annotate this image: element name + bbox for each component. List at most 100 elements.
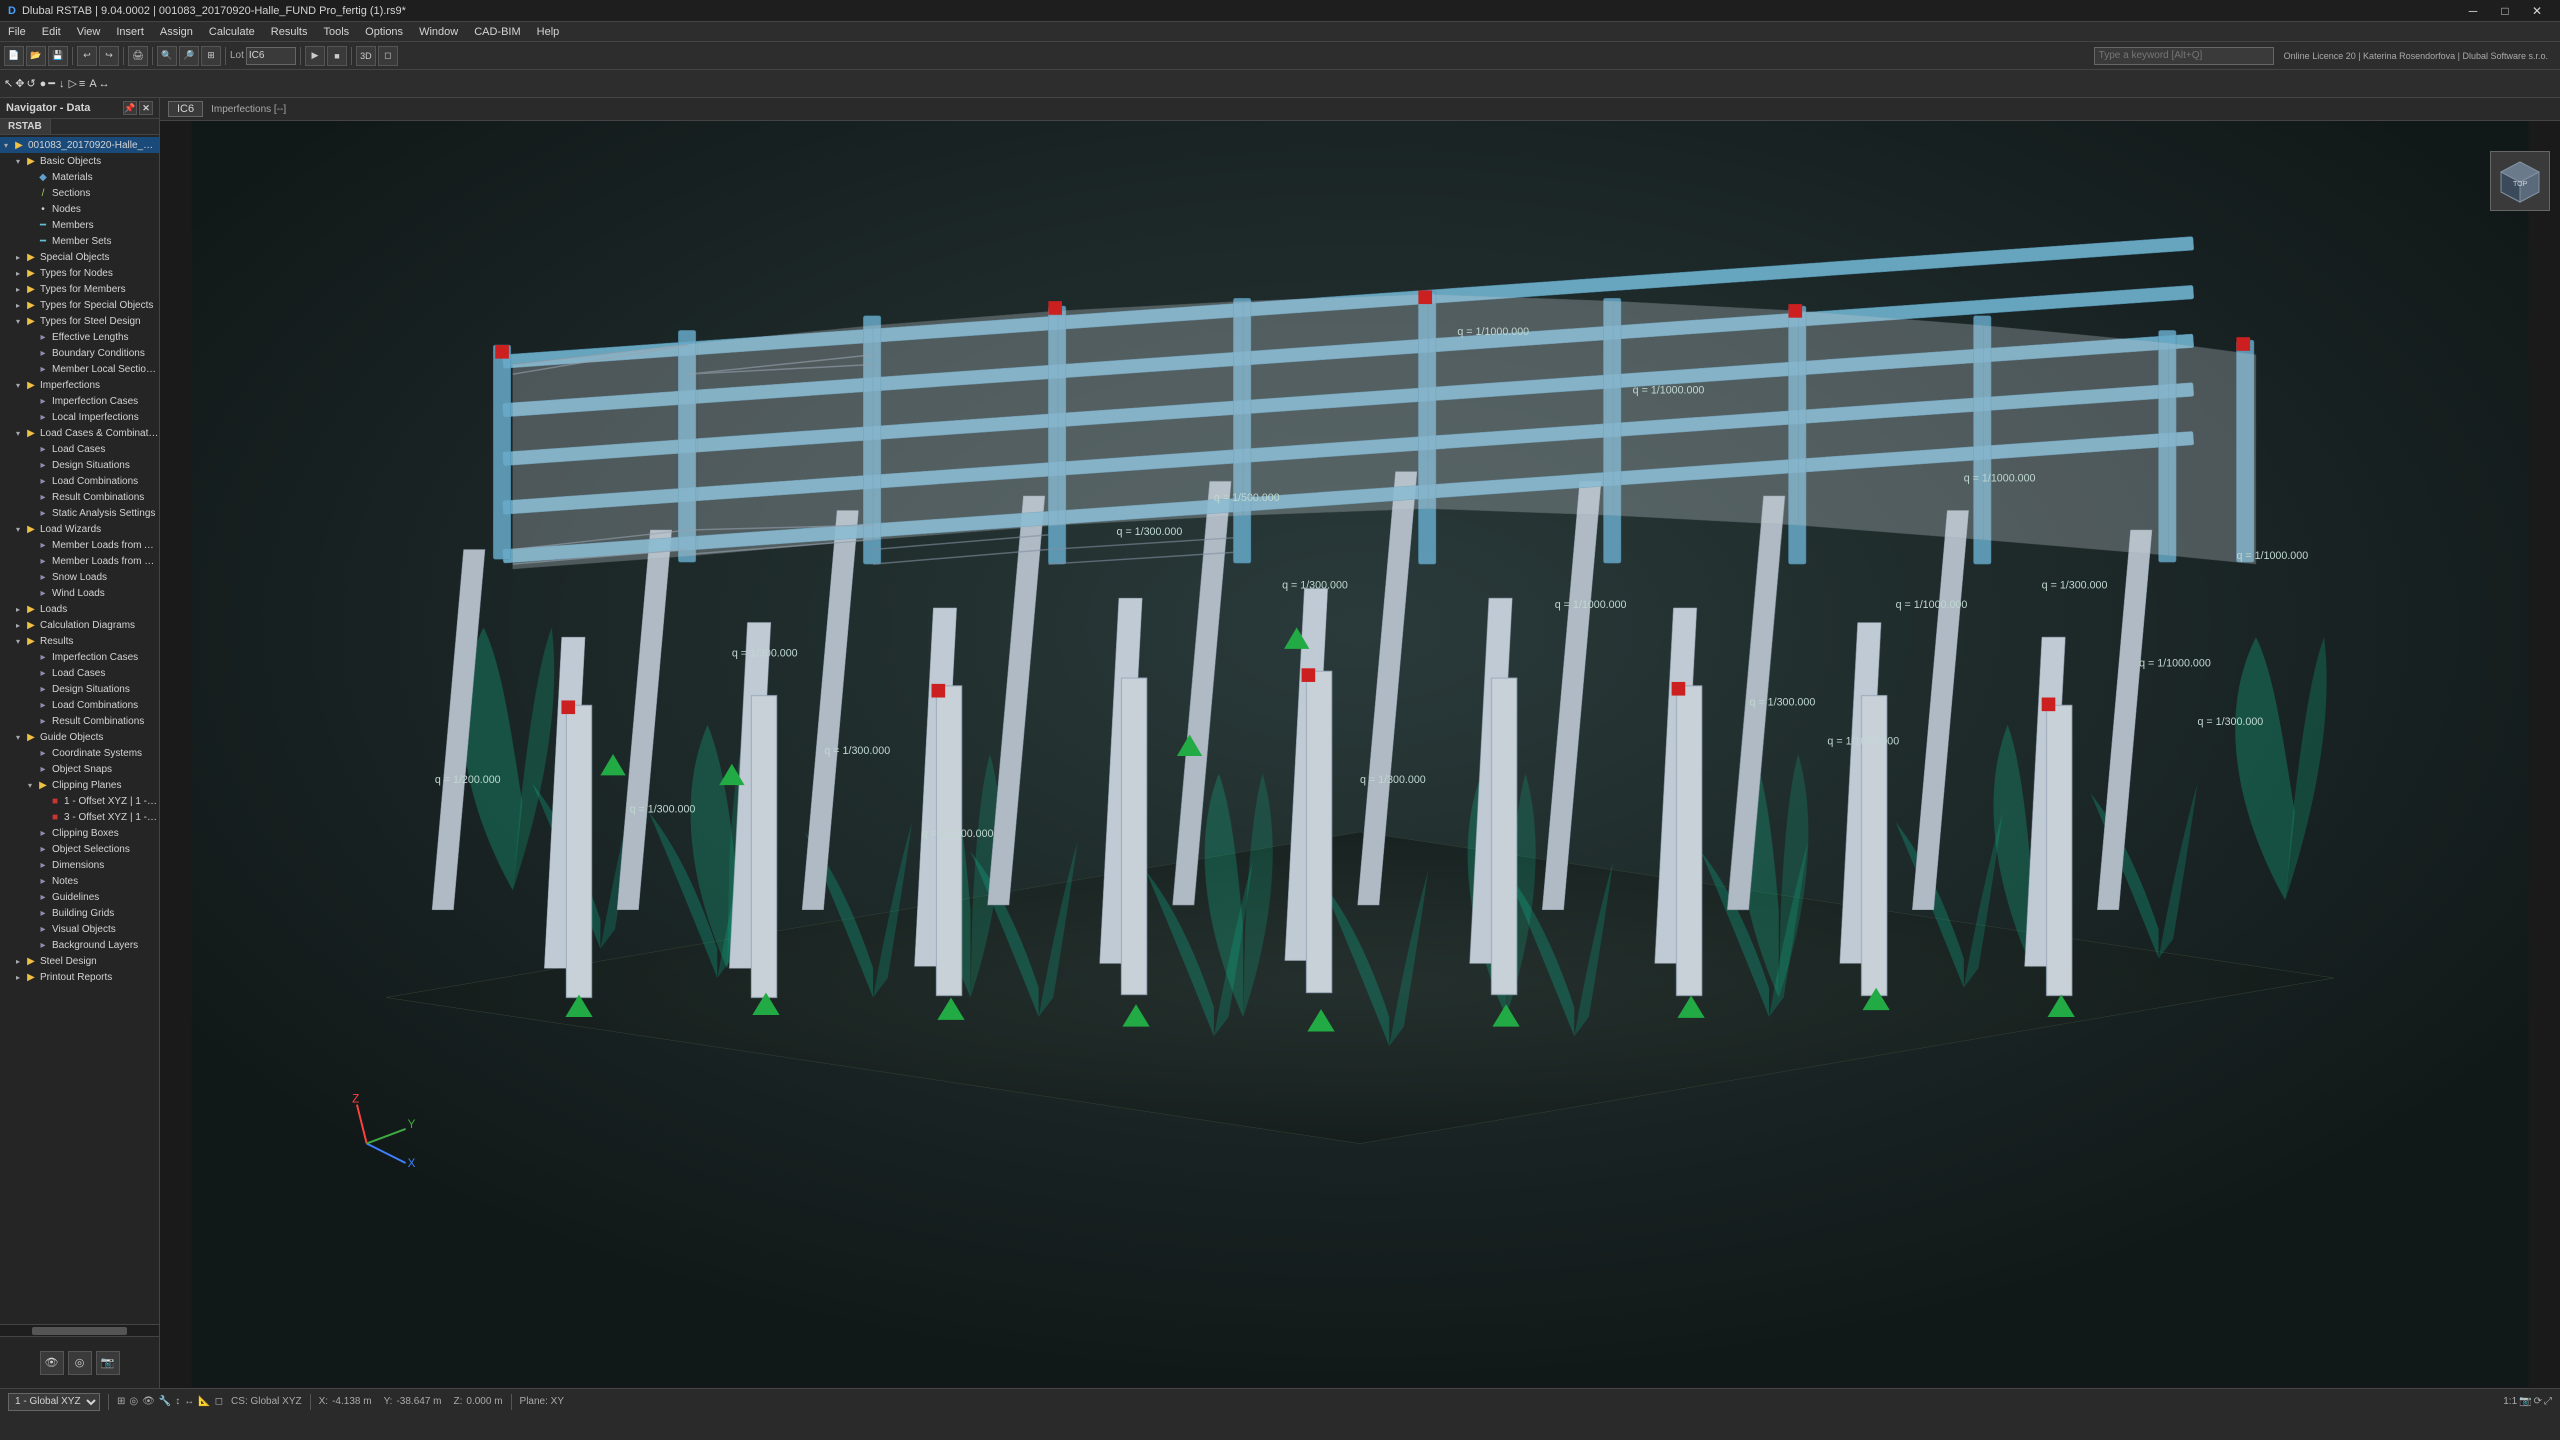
tree-expand-icon[interactable]	[24, 571, 36, 583]
tree-item[interactable]: ▸Guidelines	[0, 889, 159, 905]
tree-expand-icon[interactable]	[24, 203, 36, 215]
tree-expand-icon[interactable]: ▾	[12, 379, 24, 391]
menu-item-options[interactable]: Options	[357, 24, 411, 40]
sb-right-btn4[interactable]: ⤢	[2544, 1396, 2552, 1407]
nav-pin-button[interactable]: 📌	[123, 101, 137, 115]
tree-item[interactable]: ▾▶Guide Objects	[0, 729, 159, 745]
rotate-button[interactable]: ↺	[26, 77, 35, 90]
tree-item[interactable]: ▸▶Loads	[0, 601, 159, 617]
tree-expand-icon[interactable]	[24, 411, 36, 423]
menu-item-insert[interactable]: Insert	[108, 24, 152, 40]
tree-expand-icon[interactable]	[24, 715, 36, 727]
tree-expand-icon[interactable]	[24, 763, 36, 775]
tree-expand-icon[interactable]: ▸	[12, 603, 24, 615]
redo-button[interactable]: ↪	[99, 46, 119, 66]
tree-expand-icon[interactable]	[24, 507, 36, 519]
tree-expand-icon[interactable]	[24, 747, 36, 759]
annotation-button[interactable]: A	[89, 78, 96, 90]
tree-expand-icon[interactable]	[24, 363, 36, 375]
tree-expand-icon[interactable]	[24, 235, 36, 247]
tree-item[interactable]: ■1 - Offset XYZ | 1 - Global XYZ | 0.0	[0, 793, 159, 809]
tree-item[interactable]: ■3 - Offset XYZ | 1 - Global XYZ | 0.0	[0, 809, 159, 825]
tree-item[interactable]: ▸Load Cases	[0, 441, 159, 457]
tree-item[interactable]: ▸Member Local Section Reductions	[0, 361, 159, 377]
lot-combo[interactable]	[246, 47, 296, 65]
sb-right-btn3[interactable]: ⟳	[2534, 1396, 2542, 1407]
tree-expand-icon[interactable]	[24, 443, 36, 455]
tree-expand-icon[interactable]	[24, 939, 36, 951]
tree-expand-icon[interactable]	[24, 699, 36, 711]
tree-item[interactable]: ▸▶Types for Nodes	[0, 265, 159, 281]
tree-expand-icon[interactable]	[24, 347, 36, 359]
tree-item[interactable]: ▸Load Cases	[0, 665, 159, 681]
tree-expand-icon[interactable]	[24, 859, 36, 871]
tree-expand-icon[interactable]: ▸	[12, 971, 24, 983]
tree-expand-icon[interactable]	[24, 683, 36, 695]
menu-item-cad-bim[interactable]: CAD-BIM	[466, 24, 528, 40]
tree-expand-icon[interactable]: ▸	[12, 619, 24, 631]
tree-item[interactable]: ▸Object Snaps	[0, 761, 159, 777]
sb-btn7[interactable]: 📐	[198, 1396, 210, 1407]
tree-expand-icon[interactable]	[24, 907, 36, 919]
sb-btn3[interactable]: 👁	[142, 1396, 155, 1407]
tree-item[interactable]: ▾▶Imperfections	[0, 377, 159, 393]
sb-right-btn2[interactable]: 📷	[2519, 1396, 2531, 1407]
menu-item-window[interactable]: Window	[411, 24, 466, 40]
tree-item[interactable]: ▸▶Calculation Diagrams	[0, 617, 159, 633]
tree-item[interactable]: ▸Load Combinations	[0, 697, 159, 713]
tree-item[interactable]: ▸Building Grids	[0, 905, 159, 921]
tree-item[interactable]: ▾▶Basic Objects	[0, 153, 159, 169]
nav-scrollbar-thumb[interactable]	[32, 1327, 127, 1335]
tree-item[interactable]: ▸Notes	[0, 873, 159, 889]
search-input[interactable]	[2094, 47, 2274, 65]
tree-item[interactable]: ▸Snow Loads	[0, 569, 159, 585]
menu-item-assign[interactable]: Assign	[152, 24, 201, 40]
tree-expand-icon[interactable]	[24, 475, 36, 487]
tree-item[interactable]: ▸Member Loads from Free Line Load	[0, 553, 159, 569]
tree-expand-icon[interactable]	[24, 923, 36, 935]
cube-navigator[interactable]: TOP	[2490, 151, 2550, 211]
menu-item-results[interactable]: Results	[263, 24, 316, 40]
undo-button[interactable]: ↩	[77, 46, 97, 66]
tree-item[interactable]: ▾▶Load Wizards	[0, 521, 159, 537]
sb-right-btn1[interactable]: 1:1	[2503, 1396, 2517, 1407]
new-button[interactable]: 📄	[4, 46, 24, 66]
tree-expand-icon[interactable]	[24, 827, 36, 839]
tree-expand-icon[interactable]	[24, 459, 36, 471]
tree-item[interactable]: ▸▶Types for Special Objects	[0, 297, 159, 313]
run-calc-button[interactable]: ▷	[68, 77, 76, 90]
tree-expand-icon[interactable]	[24, 219, 36, 231]
sb-btn2[interactable]: ◎	[129, 1396, 138, 1407]
minimize-button[interactable]: ─	[2458, 2, 2488, 20]
tree-expand-icon[interactable]	[24, 187, 36, 199]
tree-item[interactable]: ▾▶Types for Steel Design	[0, 313, 159, 329]
member-button[interactable]: ━	[48, 77, 55, 90]
tree-expand-icon[interactable]: ▸	[12, 267, 24, 279]
tree-item[interactable]: ▸▶Steel Design	[0, 953, 159, 969]
tree-item[interactable]: ▸Dimensions	[0, 857, 159, 873]
tree-item[interactable]: ▸Wind Loads	[0, 585, 159, 601]
nav-close-button[interactable]: ✕	[139, 101, 153, 115]
wireframe-button[interactable]: ◻	[378, 46, 398, 66]
sb-btn4[interactable]: 🔧	[159, 1396, 171, 1407]
tree-expand-icon[interactable]: ▸	[12, 283, 24, 295]
nav-camera-button[interactable]: 📷	[96, 1351, 120, 1375]
tree-expand-icon[interactable]	[36, 795, 48, 807]
tree-expand-icon[interactable]	[24, 875, 36, 887]
open-button[interactable]: 📂	[26, 46, 46, 66]
tree-item[interactable]: ▸Boundary Conditions	[0, 345, 159, 361]
render-button[interactable]: ▶	[305, 46, 325, 66]
nav-eye-button[interactable]: ◎	[68, 1351, 92, 1375]
print-button[interactable]: 🖨	[128, 46, 148, 66]
tree-item[interactable]: ▸▶Types for Members	[0, 281, 159, 297]
save-button[interactable]: 💾	[48, 46, 68, 66]
move-button[interactable]: ✥	[15, 77, 24, 90]
tree-expand-icon[interactable]: ▾	[24, 779, 36, 791]
tree-item[interactable]: •Nodes	[0, 201, 159, 217]
tree-item[interactable]: ▸Static Analysis Settings	[0, 505, 159, 521]
tree-expand-icon[interactable]	[24, 331, 36, 343]
tree-expand-icon[interactable]	[24, 491, 36, 503]
sb-btn6[interactable]: ↔	[184, 1396, 194, 1407]
tree-item[interactable]: ▾▶001083_20170920-Halle_FUND Pro_fertig …	[0, 137, 159, 153]
view3d-button[interactable]: 3D	[356, 46, 376, 66]
